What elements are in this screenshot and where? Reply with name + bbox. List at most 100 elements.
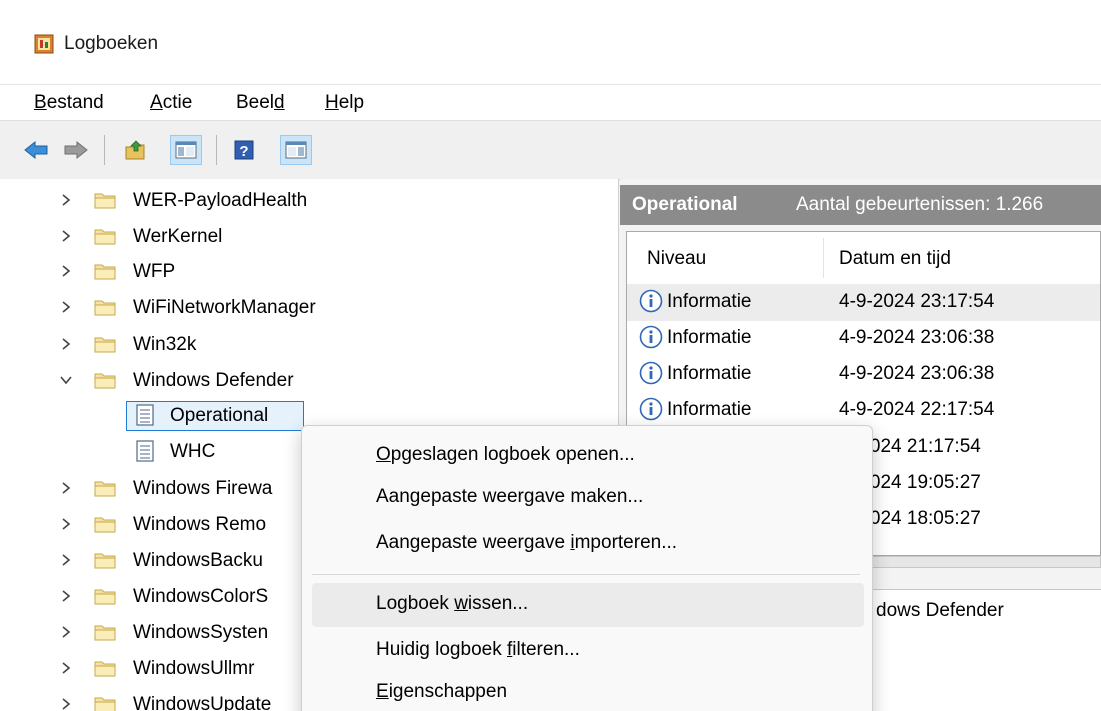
menu-create-custom-view[interactable]: Aangepaste weergave maken... xyxy=(312,476,864,520)
chevron-right-icon[interactable] xyxy=(58,660,74,676)
info-icon xyxy=(639,289,663,313)
info-icon xyxy=(639,361,663,385)
menu-help[interactable]: Help xyxy=(325,92,364,114)
menu-item-label: Logboek wissen... xyxy=(376,593,529,614)
svg-text:?: ? xyxy=(239,143,248,160)
menu-clear-log[interactable]: Logboek wissen... xyxy=(312,583,864,627)
tree-item[interactable]: Win32k xyxy=(0,327,618,364)
show-hide-tree-button[interactable] xyxy=(170,135,202,165)
tree-item-label: Win32k xyxy=(133,334,197,355)
folder-icon xyxy=(94,697,116,711)
up-button[interactable] xyxy=(120,135,152,165)
log-file-icon xyxy=(136,404,154,426)
show-hide-tree-icon xyxy=(175,141,197,159)
event-datetime: 4-9-2024 23:06:38 xyxy=(839,363,995,384)
event-row[interactable]: Informatie 4-9-2024 23:17:54 xyxy=(627,284,1100,321)
panel-header: Operational Aantal gebeurtenissen: 1.266 xyxy=(620,185,1101,225)
tree-item[interactable]: WER-PayloadHealth xyxy=(0,183,618,220)
event-row[interactable]: Informatie 4-9-2024 22:17:54 xyxy=(627,392,1100,429)
menu-open-saved-log[interactable]: Opgeslagen logboek openen... xyxy=(312,434,864,478)
chevron-right-icon[interactable] xyxy=(58,336,74,352)
grid-header: Niveau Datum en tijd xyxy=(627,232,1100,280)
event-datetime: 4-9-2024 23:06:38 xyxy=(839,327,995,348)
folder-icon xyxy=(94,193,116,209)
panel-title: Operational xyxy=(632,194,738,215)
tree-item-label: WindowsUpdate xyxy=(133,694,272,711)
tree-item-label: WerKernel xyxy=(133,226,223,247)
event-row[interactable]: Informatie 4-9-2024 23:06:38 xyxy=(627,356,1100,393)
event-count: Aantal gebeurtenissen: 1.266 xyxy=(796,194,1044,215)
context-menu: Opgeslagen logboek openen... Aangepaste … xyxy=(301,425,873,711)
folder-icon xyxy=(94,517,116,533)
folder-icon xyxy=(94,553,116,569)
up-folder-icon xyxy=(125,140,145,160)
folder-icon xyxy=(94,625,116,641)
folder-icon xyxy=(94,661,116,677)
column-header-date[interactable]: Datum en tijd xyxy=(839,248,951,270)
column-header-level[interactable]: Niveau xyxy=(647,248,706,270)
chevron-right-icon[interactable] xyxy=(58,263,74,279)
tree-item-label: WER-PayloadHealth xyxy=(133,190,308,211)
event-datetime: 4-9-2024 22:17:54 xyxy=(839,399,995,420)
folder-icon xyxy=(94,337,116,353)
tree-item-label: Windows Defender xyxy=(133,370,294,391)
chevron-right-icon[interactable] xyxy=(58,228,74,244)
menu-beeld[interactable]: Beeld xyxy=(236,92,285,114)
menu-filter-current-log[interactable]: Huidig logboek filteren... xyxy=(312,629,864,673)
chevron-right-icon[interactable] xyxy=(58,588,74,604)
chevron-down-icon[interactable] xyxy=(58,372,74,388)
menu-bestand[interactable]: Bestand xyxy=(34,92,104,114)
menu-item-label: Eigenschappen xyxy=(376,681,508,702)
menu-bar: Bestand Actie Beeld Help xyxy=(0,84,1101,121)
tree-item-label: WiFiNetworkManager xyxy=(133,297,316,318)
chevron-right-icon[interactable] xyxy=(58,299,74,315)
tree-item-label: Windows Remo xyxy=(133,514,267,535)
chevron-right-icon[interactable] xyxy=(58,552,74,568)
help-button[interactable]: ? xyxy=(228,135,260,165)
tree-item-label: WHC xyxy=(170,441,216,462)
back-button[interactable] xyxy=(20,135,52,165)
show-hide-action-pane-icon xyxy=(285,141,307,159)
tree-item[interactable]: Windows Defender xyxy=(0,363,618,400)
column-divider[interactable] xyxy=(823,238,824,278)
chevron-right-icon[interactable] xyxy=(58,696,74,711)
forward-button[interactable] xyxy=(60,135,92,165)
menu-item-label: Huidig logboek filteren... xyxy=(376,639,580,660)
tree-item-label: WindowsSysten xyxy=(133,622,269,643)
menu-actie[interactable]: Actie xyxy=(150,92,192,114)
log-file-icon xyxy=(136,440,154,462)
chevron-right-icon[interactable] xyxy=(58,624,74,640)
event-level: Informatie xyxy=(667,363,752,384)
menu-import-custom-view[interactable]: Aangepaste weergave importeren... xyxy=(312,522,864,566)
toolbar: ? xyxy=(0,120,1101,180)
tree-item[interactable]: WFP xyxy=(0,254,618,291)
info-icon xyxy=(639,325,663,349)
folder-icon xyxy=(94,229,116,245)
folder-icon xyxy=(94,589,116,605)
chevron-right-icon[interactable] xyxy=(58,516,74,532)
event-level: Informatie xyxy=(667,399,752,420)
tree-item-label: Windows Firewa xyxy=(133,478,273,499)
title-bar[interactable]: Logboeken xyxy=(0,0,1101,84)
toolbar-separator xyxy=(216,135,217,165)
menu-properties[interactable]: Eigenschappen xyxy=(312,671,864,711)
tree-item[interactable]: WerKernel xyxy=(0,219,618,256)
event-viewer-app-icon xyxy=(34,34,54,54)
folder-icon xyxy=(94,300,116,316)
event-detail-title: dows Defender xyxy=(876,600,1004,621)
menu-item-label: Opgeslagen logboek openen... xyxy=(376,444,635,465)
menu-item-label: Aangepaste weergave importeren... xyxy=(376,532,678,553)
chevron-right-icon[interactable] xyxy=(58,480,74,496)
menu-separator xyxy=(312,574,860,575)
back-arrow-icon xyxy=(24,140,48,160)
show-hide-action-pane-button[interactable] xyxy=(280,135,312,165)
event-datetime: 4-9-2024 23:17:54 xyxy=(839,291,995,312)
help-icon: ? xyxy=(234,140,254,160)
event-row[interactable]: Informatie 4-9-2024 23:06:38 xyxy=(627,320,1100,357)
tree-item-label: WindowsColorS xyxy=(133,586,269,607)
window-title: Logboeken xyxy=(64,33,159,54)
menu-item-label: Aangepaste weergave maken... xyxy=(376,486,644,507)
folder-icon xyxy=(94,373,116,389)
chevron-right-icon[interactable] xyxy=(58,192,74,208)
tree-item[interactable]: WiFiNetworkManager xyxy=(0,290,618,327)
